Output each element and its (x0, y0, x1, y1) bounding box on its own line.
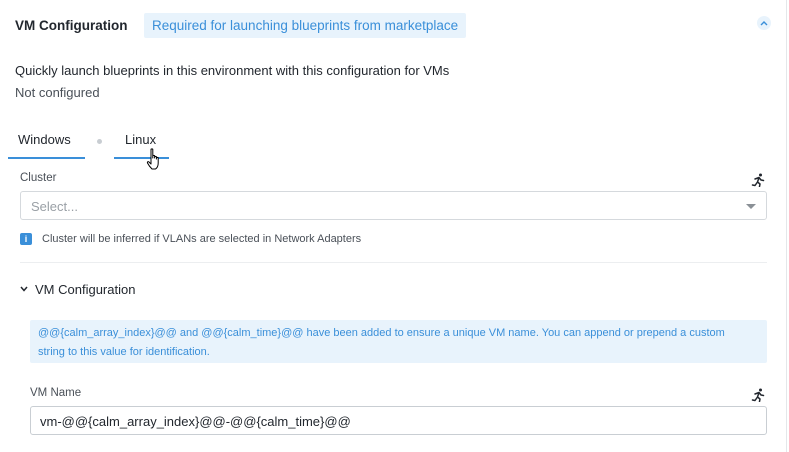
tab-windows-underline (8, 157, 85, 159)
info-icon: i (20, 233, 32, 245)
tab-windows[interactable]: Windows (18, 132, 71, 147)
chevron-down-icon[interactable] (20, 286, 28, 292)
hand-cursor-icon (146, 148, 159, 170)
section-description: Quickly launch blueprints in this enviro… (15, 63, 450, 78)
section-divider (20, 262, 767, 263)
vm-name-input[interactable]: vm-@@{calm_array_index}@@-@@{calm_time}@… (30, 406, 767, 435)
runtime-icon[interactable] (751, 388, 765, 402)
vm-name-value: vm-@@{calm_array_index}@@-@@{calm_time}@… (40, 414, 351, 429)
required-badge: Required for launching blueprints from m… (144, 13, 467, 38)
configuration-status: Not configured (15, 85, 100, 100)
cluster-select[interactable]: Select... (20, 191, 767, 220)
tab-separator-dot (97, 139, 102, 144)
chevron-up-icon (760, 21, 768, 26)
vm-configuration-panel: VM Configuration Required for launching … (0, 0, 787, 452)
vm-name-notice: @@{calm_array_index}@@ and @@{calm_time}… (30, 320, 767, 363)
section-title: VM Configuration (15, 18, 128, 33)
cluster-select-placeholder: Select... (31, 199, 78, 214)
caret-down-icon (746, 204, 756, 209)
vm-configuration-subsection-toggle[interactable]: VM Configuration (35, 282, 135, 297)
tab-linux[interactable]: Linux (125, 132, 156, 147)
vm-name-label: VM Name (30, 387, 82, 399)
collapse-button[interactable] (757, 16, 771, 30)
cluster-info-text: Cluster will be inferred if VLANs are se… (42, 233, 362, 245)
notice-line-1: @@{calm_array_index}@@ and @@{calm_time}… (38, 327, 725, 339)
runtime-icon[interactable] (751, 173, 765, 187)
cluster-label: Cluster (20, 172, 57, 184)
notice-line-2: string to this value for identification. (38, 346, 210, 358)
